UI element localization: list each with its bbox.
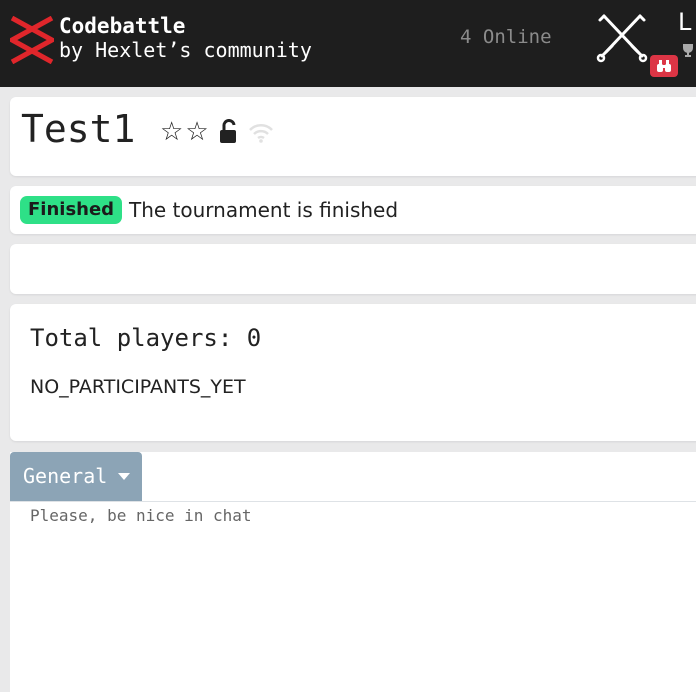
caret-down-icon [118,473,130,480]
brand-subtitle[interactable]: by Hexlet’s community [59,38,312,62]
status-badge: Finished [20,196,123,224]
chat-tab-label: General [23,464,108,488]
trophy-icon [683,44,693,57]
players-total: Total players: 0 [30,324,262,352]
binoculars-icon [657,60,671,72]
star-outline-icon: ☆ [160,117,184,147]
star-outline-icon: ☆ [185,117,209,147]
empty-card [10,244,696,294]
wifi-icon [248,123,273,143]
status-text: The tournament is finished [129,198,399,222]
brand-title[interactable]: Codebattle [59,14,185,38]
spectator-badge[interactable] [650,55,678,77]
user-name[interactable]: L [678,8,691,36]
codebattle-logo-icon[interactable] [10,16,54,64]
tournament-header-card: Test1 ☆ ☆ [10,97,696,176]
chat-panel: General Please, be nice in chat [10,452,696,692]
lock-open-icon [219,119,236,143]
players-card: Total players: 0 NO_PARTICIPANTS_YET [10,304,696,441]
tournament-name: Test1 [21,107,136,151]
divider [10,501,696,502]
chat-message: Please, be nice in chat [30,506,252,525]
tournament-status-card: Finished The tournament is finished [10,186,696,234]
top-navbar: Codebattle by Hexlet’s community 4 Onlin… [0,0,696,87]
chat-room-dropdown[interactable]: General [10,452,142,501]
crossed-swords-icon[interactable] [594,12,650,64]
online-count: 4 Online [460,26,552,48]
players-empty-message: NO_PARTICIPANTS_YET [30,376,246,398]
tournament-icons: ☆ ☆ [160,119,275,145]
